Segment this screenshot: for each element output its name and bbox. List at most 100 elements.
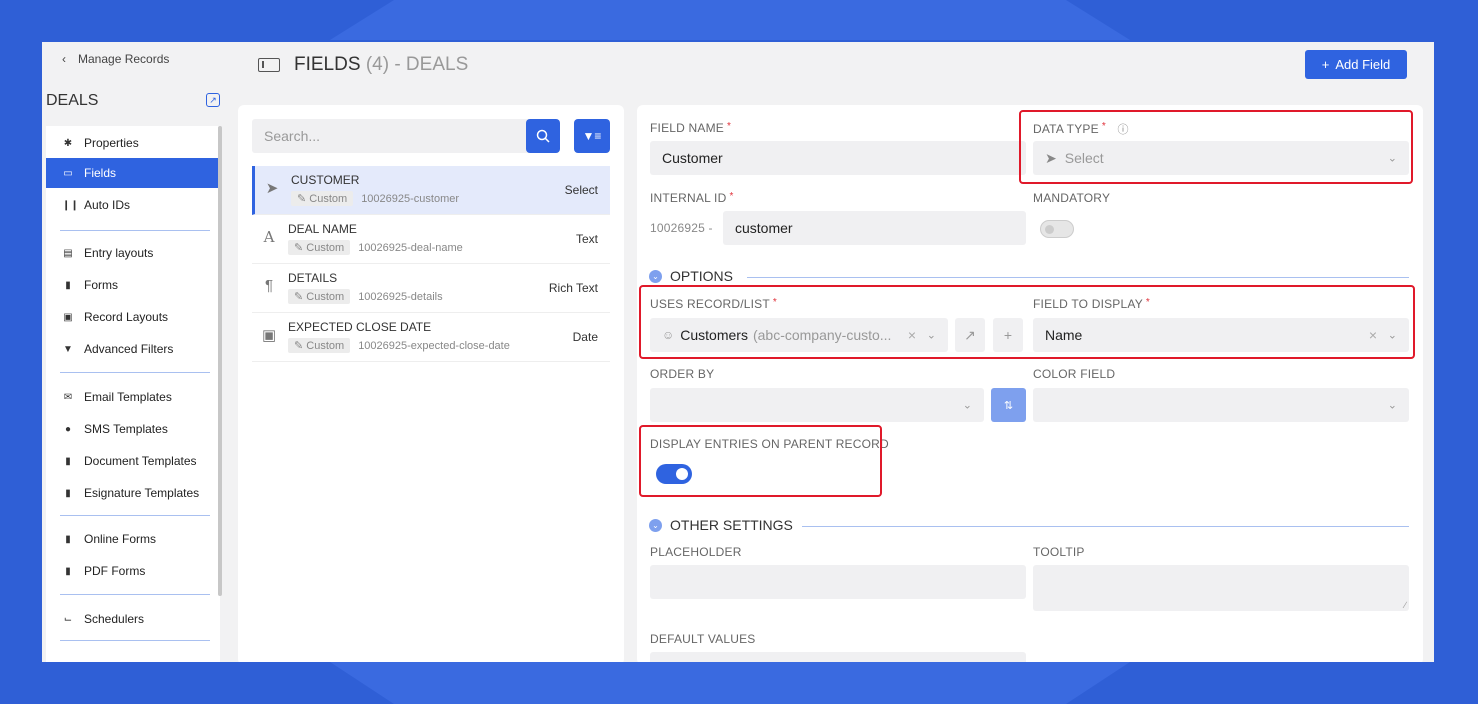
sidebar-item-label: Properties [84, 136, 139, 150]
calendar-icon: ▣ [262, 327, 277, 344]
sidebar-item-properties[interactable]: ✱ Properties [46, 128, 220, 158]
add-field-button[interactable]: + Add Field [1305, 50, 1407, 79]
search-input[interactable]: Search... [252, 119, 556, 153]
filter-button[interactable]: ▼≡ [574, 119, 610, 153]
order-by-select[interactable]: ⌄ [650, 388, 984, 422]
sidebar-item-record-layouts[interactable]: ▣ Record Layouts [46, 302, 220, 332]
other-settings-section-header[interactable]: ⌄ OTHER SETTINGS [649, 517, 793, 533]
sidebar-item-email-templates[interactable]: ✉ Email Templates [46, 382, 220, 412]
divider [60, 230, 210, 231]
add-field-label: Add Field [1335, 57, 1391, 72]
sidebar-item-label: Auto IDs [84, 198, 131, 212]
sidebar-item-forms[interactable]: ▮ Forms [46, 270, 220, 300]
custom-badge: ✎ Custom [288, 289, 351, 304]
field-id: 10026925-details [358, 290, 443, 303]
email-icon: ✉ [63, 391, 73, 403]
default-values-label: DEFAULT VALUES [650, 632, 756, 646]
sidebar-item-online-forms[interactable]: ▮ Online Forms [46, 524, 220, 554]
internal-id-prefix: 10026925 - [650, 221, 713, 235]
sidebar-item-sms-templates[interactable]: ● SMS Templates [46, 414, 220, 444]
field-id: 10026925-customer [361, 192, 460, 205]
options-heading: OPTIONS [670, 268, 734, 284]
filter-icon: ▼ [63, 343, 73, 355]
default-values-input[interactable] [650, 652, 1026, 662]
sidebar-item-fields[interactable]: ▭ Fields [46, 158, 220, 188]
field-row-details[interactable]: ¶ DETAILS ✎ Custom 10026925-details Rich… [252, 264, 610, 313]
esignature-icon: ▮ [65, 487, 71, 499]
back-link-label: Manage Records [78, 52, 170, 66]
highlight-box [1019, 110, 1413, 184]
field-meta: ✎ Custom 10026925-deal-name [288, 240, 463, 255]
sort-filter-icon: ▼≡ [582, 129, 602, 143]
chevron-down-icon: ⌄ [962, 399, 972, 412]
field-meta: ✎ Custom 10026925-expected-close-date [288, 338, 510, 353]
document-icon: ▮ [65, 279, 71, 291]
tooltip-label: TOOLTIP [1033, 545, 1085, 559]
field-id: 10026925-expected-close-date [358, 339, 510, 352]
color-field-label: COLOR FIELD [1033, 367, 1116, 381]
sidebar-menu: ✱ Properties ▭ Fields ❙❙ Auto IDs ▤ Entr… [46, 126, 220, 662]
options-section-header[interactable]: ⌄ OPTIONS [649, 268, 733, 284]
divider [60, 594, 210, 595]
sidebar-item-document-templates[interactable]: ▮ Document Templates [46, 446, 220, 476]
divider [60, 372, 210, 373]
back-link[interactable]: ‹ Manage Records [62, 52, 169, 66]
field-row-customer[interactable]: ➤ CUSTOMER ✎ Custom 10026925-customer Se… [252, 166, 610, 215]
online-form-icon: ▮ [65, 533, 71, 545]
other-settings-heading: OTHER SETTINGS [670, 517, 793, 533]
open-external-icon[interactable]: ↗ [206, 93, 220, 107]
color-field-select[interactable]: ⌄ [1033, 388, 1409, 422]
divider [747, 277, 1409, 278]
sidebar-item-label: Online Forms [84, 532, 157, 546]
field-type: Rich Text [548, 281, 598, 295]
sidebar-item-label: Email Templates [84, 390, 172, 404]
internal-id-input[interactable]: customer [723, 211, 1026, 245]
divider [60, 640, 210, 641]
field-meta: ✎ Custom 10026925-customer [291, 191, 459, 206]
chevron-down-icon: ⌄ [649, 269, 662, 283]
mandatory-label: MANDATORY [1033, 191, 1111, 205]
sidebar-item-advanced-filters[interactable]: ▼ Advanced Filters [46, 334, 220, 364]
placeholder-label: PLACEHOLDER [650, 545, 742, 559]
sidebar-item-label: Record Layouts [84, 310, 169, 324]
sidebar-item-entry-layouts[interactable]: ▤ Entry layouts [46, 238, 220, 268]
tooltip-textarea[interactable]: ∕ [1033, 565, 1409, 611]
custom-badge: ✎ Custom [288, 338, 351, 353]
document-template-icon: ▮ [65, 455, 71, 467]
field-list-panel: Search... ▼≡ ➤ CUSTOMER ✎ Custom 1002692… [238, 105, 624, 662]
sidebar-item-pdf-forms[interactable]: ▮ PDF Forms [46, 556, 220, 586]
sort-icon: ⇅ [1003, 399, 1014, 412]
field-name-input[interactable]: Customer [650, 141, 1026, 175]
sidebar-scrollbar[interactable] [218, 126, 222, 596]
sms-icon: ● [64, 423, 72, 435]
page-title-suffix: - DEALS [394, 54, 469, 75]
field-icon: ▭ [63, 167, 73, 179]
sidebar-item-label: Fields [84, 166, 117, 180]
field-type: Date [572, 330, 598, 344]
chevron-down-icon: ⌄ [649, 518, 662, 532]
field-row-expected-close-date[interactable]: ▣ EXPECTED CLOSE DATE ✎ Custom 10026925-… [252, 313, 610, 362]
sidebar-item-label: Forms [84, 278, 118, 292]
sort-direction-button[interactable]: ⇅ [991, 388, 1026, 422]
sidebar-item-schedulers[interactable]: ⌙ Schedulers [46, 604, 220, 634]
chevron-left-icon: ‹ [62, 52, 66, 66]
divider [802, 526, 1409, 527]
app-window: ‹ Manage Records DEALS ↗ ✱ Properties ▭ … [42, 42, 1434, 662]
fields-icon [258, 58, 280, 72]
mandatory-toggle[interactable] [1040, 220, 1074, 238]
field-name: DETAILS [288, 271, 338, 285]
field-type: Select [564, 183, 598, 197]
sidebar-item-auto-ids[interactable]: ❙❙ Auto IDs [46, 190, 220, 220]
record-layout-icon: ▣ [63, 311, 73, 323]
resize-handle-icon[interactable]: ∕ [1404, 600, 1406, 610]
field-row-deal-name[interactable]: A DEAL NAME ✎ Custom 10026925-deal-name … [252, 215, 610, 264]
sidebar-item-label: SMS Templates [84, 422, 168, 436]
placeholder-input[interactable] [650, 565, 1026, 599]
search-button[interactable] [526, 119, 560, 153]
divider [60, 515, 210, 516]
sidebar-item-esignature-templates[interactable]: ▮ Esignature Templates [46, 478, 220, 508]
barcode-icon: ❙❙ [62, 199, 79, 211]
sidebar: ‹ Manage Records DEALS ↗ ✱ Properties ▭ … [42, 42, 222, 662]
cursor-icon: ➤ [265, 180, 279, 197]
layout-icon: ▤ [63, 247, 73, 259]
